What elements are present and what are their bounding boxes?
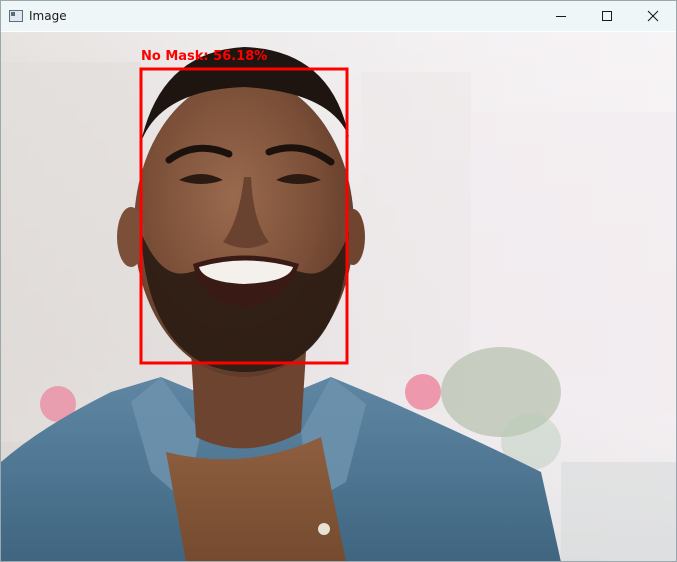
minimize-button[interactable] bbox=[538, 1, 584, 31]
minimize-icon bbox=[556, 16, 566, 17]
image-window-icon bbox=[9, 10, 23, 22]
detection-label: No Mask: 56.18% bbox=[141, 49, 267, 64]
close-icon bbox=[647, 10, 659, 22]
title-bar[interactable]: Image bbox=[1, 1, 676, 31]
background-street bbox=[561, 462, 676, 561]
window-controls bbox=[538, 1, 676, 31]
background-pink-light-right bbox=[405, 374, 441, 410]
shirt-button bbox=[318, 523, 330, 535]
image-window: Image No Mask: 56.18% bbox=[0, 0, 677, 562]
maximize-button[interactable] bbox=[584, 1, 630, 31]
image-viewport: No Mask: 56.18% bbox=[1, 32, 676, 561]
background-building-mid bbox=[361, 72, 471, 412]
maximize-icon bbox=[602, 11, 612, 21]
window-title: Image bbox=[29, 9, 67, 23]
photo-canvas: No Mask: 56.18% bbox=[1, 32, 676, 561]
close-button[interactable] bbox=[630, 1, 676, 31]
